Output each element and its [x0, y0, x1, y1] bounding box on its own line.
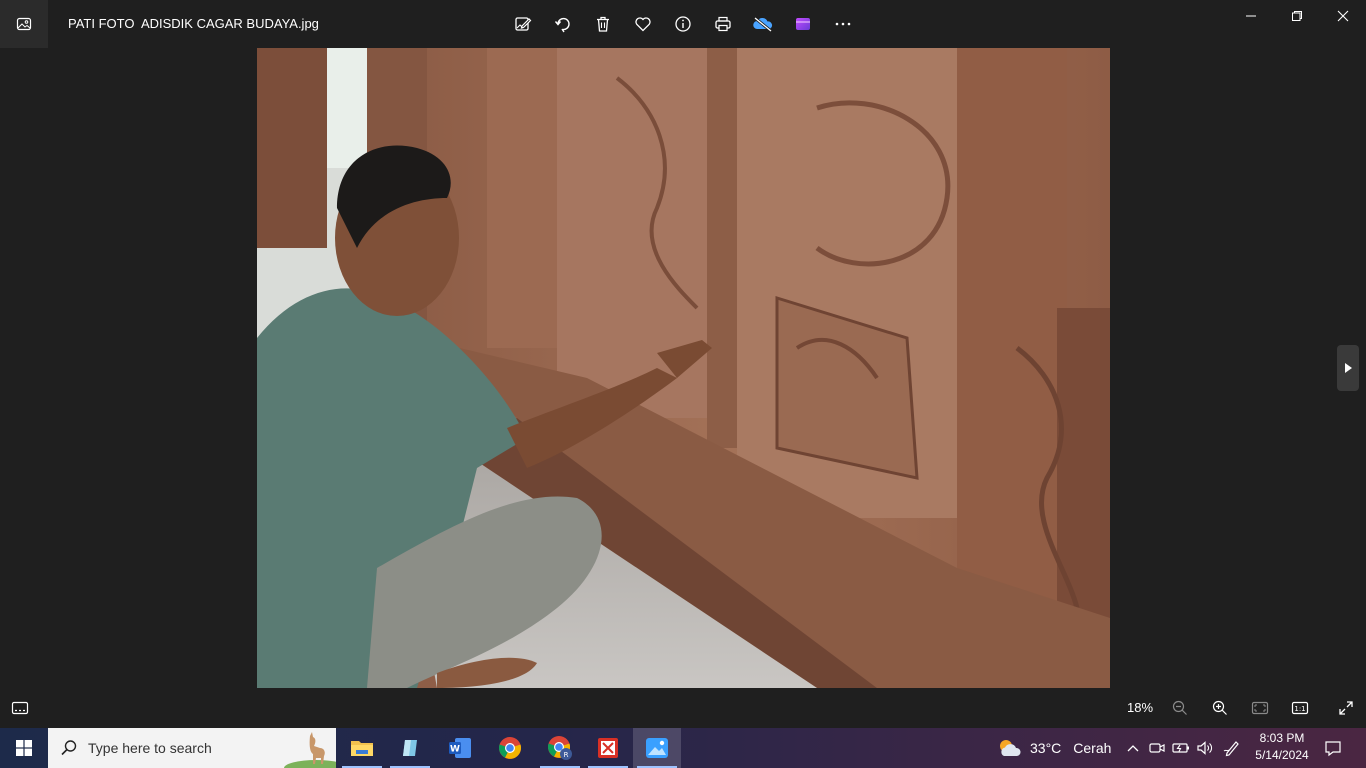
chevron-up-icon — [1127, 745, 1139, 752]
more-options-button[interactable] — [823, 4, 863, 44]
print-icon — [715, 16, 731, 32]
zoom-out-icon — [1172, 700, 1187, 715]
start-button[interactable] — [0, 728, 48, 768]
delete-icon — [597, 16, 609, 32]
meet-now-tray-icon[interactable] — [1146, 728, 1168, 768]
edit-image-button[interactable] — [503, 4, 543, 44]
minimize-icon — [1246, 15, 1256, 17]
photos-icon — [646, 738, 668, 758]
photos-taskbar-button[interactable] — [633, 728, 681, 768]
search-icon — [61, 740, 77, 756]
pdf-icon — [598, 738, 618, 758]
pen-workspace-tray-icon[interactable] — [1220, 728, 1244, 768]
carved-wooden-door-photo — [257, 48, 1110, 688]
rotate-button[interactable] — [543, 4, 583, 44]
restore-button[interactable] — [1274, 0, 1320, 32]
actual-size-icon: 1:1 — [1291, 701, 1309, 715]
volume-tray-icon[interactable] — [1194, 728, 1216, 768]
image-toolbar — [503, 4, 863, 44]
weather-widget[interactable]: 33°C Cerah — [996, 728, 1111, 768]
camera-icon — [1149, 743, 1165, 753]
close-button[interactable] — [1320, 0, 1366, 32]
filmstrip-toggle-button[interactable] — [0, 688, 40, 728]
fit-to-window-button[interactable] — [1240, 688, 1280, 728]
word-icon: W — [449, 738, 471, 758]
llama-search-highlight-icon — [284, 732, 336, 768]
chrome-icon — [498, 737, 522, 759]
pdf-app-taskbar-button[interactable] — [584, 728, 632, 768]
fullscreen-button[interactable] — [1326, 688, 1366, 728]
battery-tray-icon[interactable] — [1170, 728, 1192, 768]
pen-icon — [1223, 741, 1239, 757]
taskbar-search-box[interactable]: Type here to search — [48, 728, 336, 768]
actual-size-button[interactable]: 1:1 — [1280, 688, 1320, 728]
print-button[interactable] — [703, 4, 743, 44]
expand-icon — [1339, 701, 1353, 715]
windows-taskbar: Type here to search W R 33°C Cerah 8:03 … — [0, 728, 1366, 768]
svg-text:R: R — [564, 751, 569, 759]
blue-crystal-app-icon — [403, 740, 417, 756]
bottom-bar: 18% 1:1 — [0, 688, 1366, 728]
file-explorer-taskbar-button[interactable] — [338, 728, 386, 768]
filmstrip-icon — [11, 701, 29, 715]
windows-logo-icon — [16, 740, 32, 756]
close-icon — [1337, 10, 1349, 22]
rotate-icon — [554, 17, 570, 33]
clock[interactable]: 8:03 PM 5/14/2024 — [1252, 730, 1312, 766]
fit-window-icon — [1251, 701, 1269, 715]
battery-charging-icon — [1172, 743, 1189, 753]
zoom-out-button[interactable] — [1160, 688, 1200, 728]
notifications-button[interactable] — [1318, 728, 1348, 768]
search-placeholder: Type here to search — [88, 740, 212, 756]
show-hidden-icons-button[interactable] — [1122, 728, 1144, 768]
play-right-icon — [1345, 363, 1352, 373]
clock-date: 5/14/2024 — [1255, 748, 1309, 762]
zoom-level: 18% — [1126, 700, 1154, 715]
zoom-in-button[interactable] — [1200, 688, 1240, 728]
restore-icon — [1292, 11, 1302, 21]
window-title: PATI FOTO ADISDIK CAGAR BUDAYA.jpg — [68, 16, 319, 31]
title-bar: PATI FOTO ADISDIK CAGAR BUDAYA.jpg — [0, 0, 1366, 48]
zoom-in-icon — [1212, 700, 1227, 715]
photo-viewer — [0, 48, 1366, 688]
clipchamp-button[interactable] — [783, 4, 823, 44]
photos-app-window: PATI FOTO ADISDIK CAGAR BUDAYA.jpg 18% 1… — [0, 0, 1366, 728]
onedrive-icon — [753, 16, 773, 33]
minimize-button[interactable] — [1228, 0, 1274, 32]
window-controls — [1228, 0, 1366, 32]
photos-icon — [16, 17, 32, 31]
chrome-taskbar-button[interactable] — [486, 728, 534, 768]
photos-app-button[interactable] — [0, 0, 48, 48]
info-icon — [675, 16, 691, 32]
folder-icon — [351, 741, 373, 756]
notification-icon — [1325, 741, 1341, 757]
favorite-icon — [635, 17, 651, 32]
onedrive-button[interactable] — [743, 4, 783, 44]
next-image-button[interactable] — [1337, 345, 1359, 391]
favorite-button[interactable] — [623, 4, 663, 44]
speaker-icon — [1197, 741, 1212, 755]
weather-description: Cerah — [1073, 740, 1112, 756]
chrome-profile-icon: R — [547, 736, 572, 760]
word-taskbar-button[interactable]: W — [436, 728, 484, 768]
more-icon — [835, 22, 851, 26]
displayed-photo[interactable] — [257, 48, 1110, 688]
app-taskbar-button[interactable] — [386, 728, 434, 768]
delete-button[interactable] — [583, 4, 623, 44]
svg-text:W: W — [450, 745, 460, 755]
info-button[interactable] — [663, 4, 703, 44]
clipchamp-icon — [796, 18, 810, 30]
weather-temperature: 33°C — [1030, 740, 1062, 756]
chrome-profile-taskbar-button[interactable]: R — [536, 728, 584, 768]
edit-image-icon — [515, 17, 532, 31]
clock-time: 8:03 PM — [1259, 731, 1305, 745]
partly-sunny-icon — [1000, 740, 1021, 756]
svg-text:1:1: 1:1 — [1294, 705, 1305, 713]
